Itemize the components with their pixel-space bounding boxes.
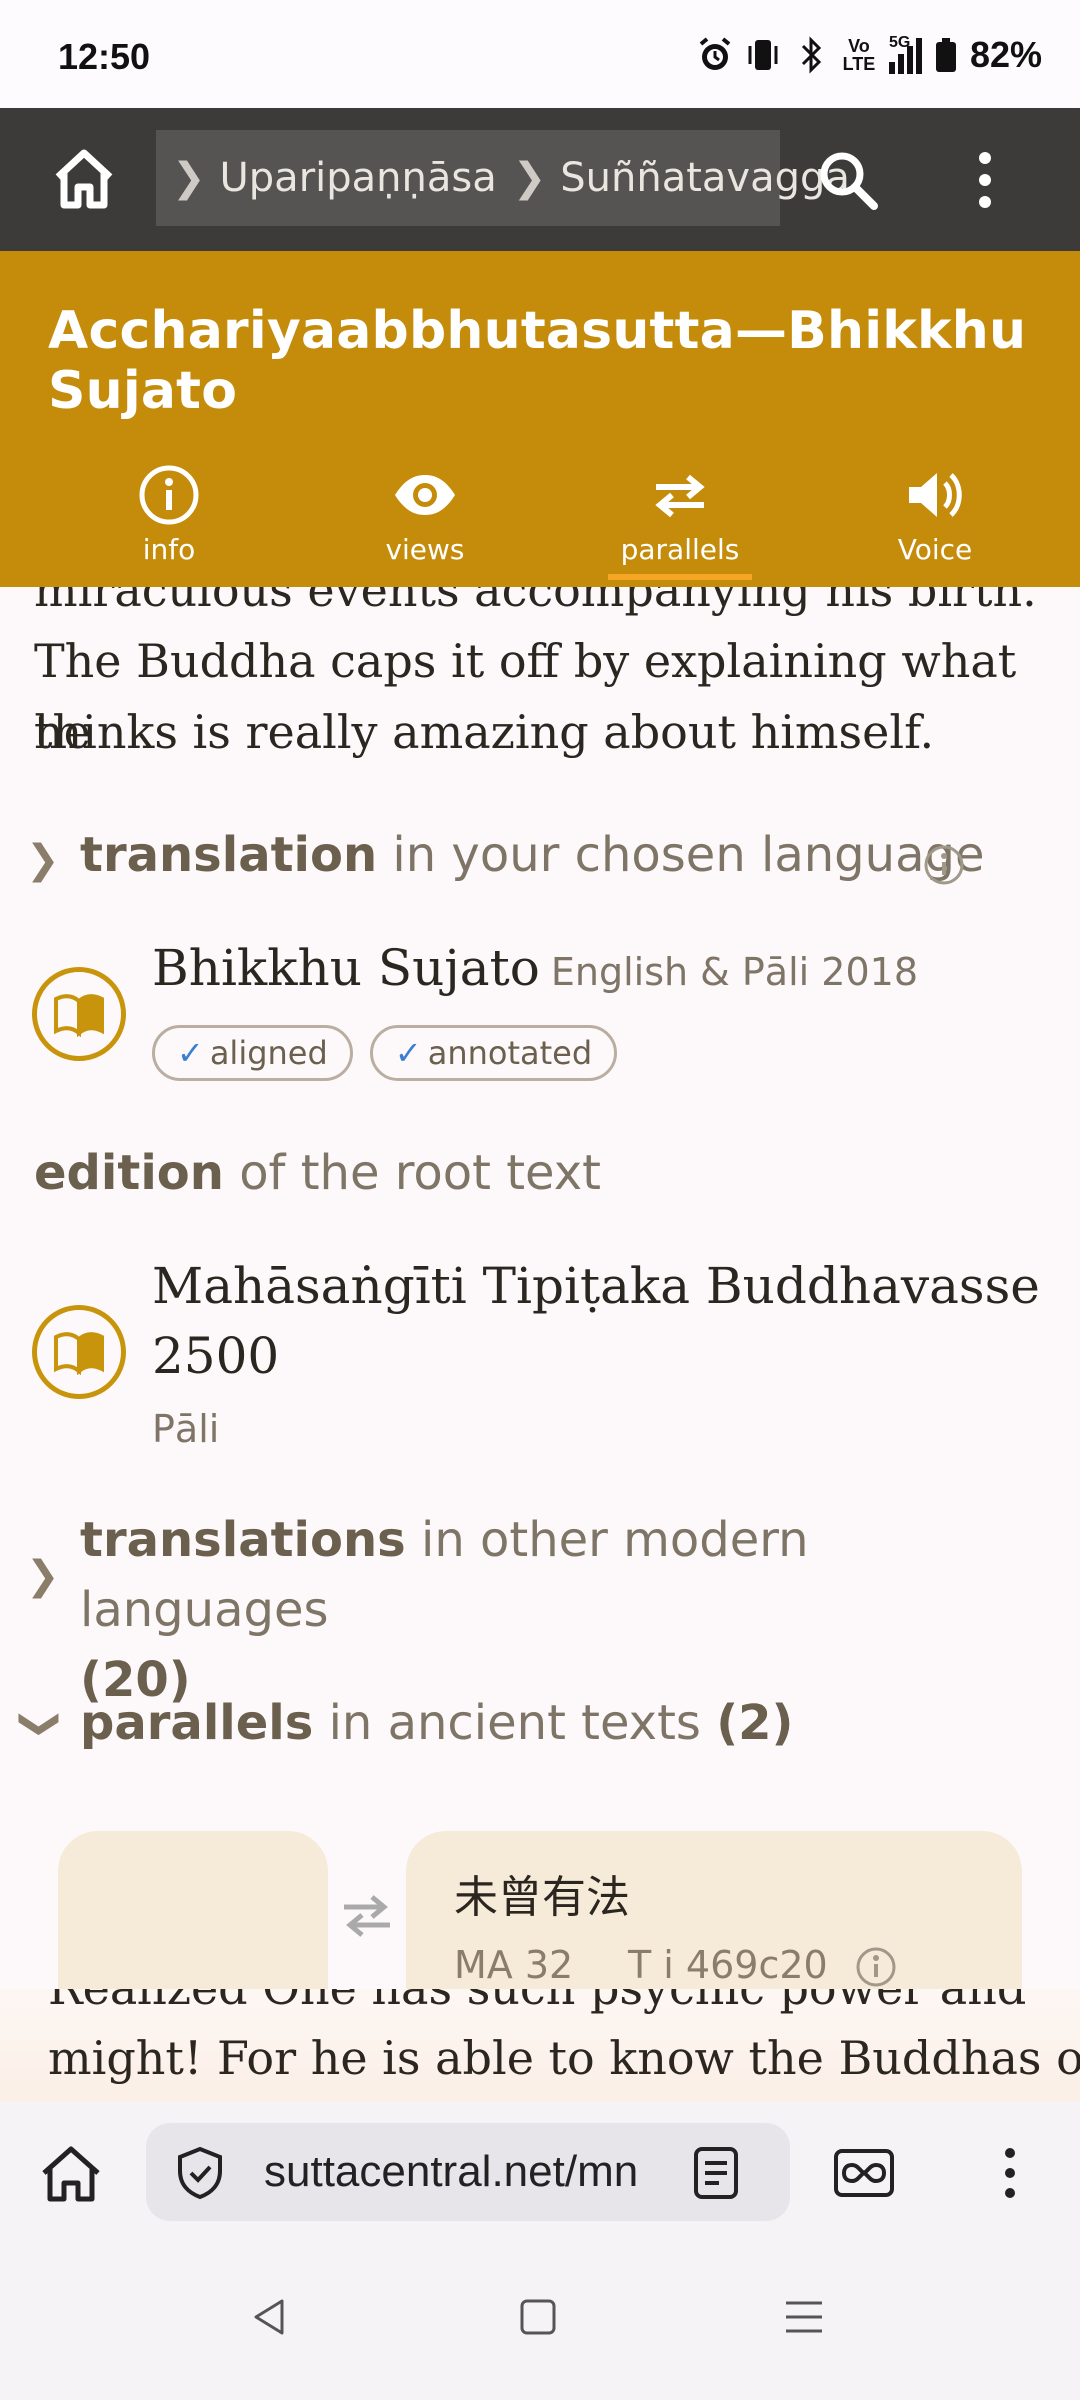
parallel-title: 未曾有法 [454,1872,630,1923]
parallels-count: (2) [716,1695,794,1751]
translator-meta: English & Pāli 2018 [550,950,918,994]
page-title: Acchariyaabbhutasutta—Bhikkhu Sujato [48,301,1027,421]
parallel-source-card[interactable] [58,1831,328,1989]
text-line: Realized One has such psychic power and [48,1989,1026,2023]
parallels-panel: miraculous events accompanying his birth… [0,587,1080,1989]
menu-lines-icon[interactable] [784,2297,824,2337]
edition-language: Pāli [152,1407,220,1451]
other-translations-heading[interactable]: translations in other modern languages (… [80,1505,1040,1715]
translator-name[interactable]: Bhikkhu Sujato [152,939,540,997]
tab-voice[interactable]: Voice [850,463,1020,566]
translation-entry[interactable]: Bhikkhu Sujato English & Pāli 2018 [152,939,918,997]
chevron-right-icon: ❯ [172,155,206,201]
edition-title[interactable]: Mahāsaṅgīti Tipiṭaka Buddhavasse 2500 [152,1251,1040,1391]
parallel-card[interactable]: 未曾有法 MA 32 T i 469c20 [406,1831,1022,1989]
summary-text: miraculous events accompanying his birth… [34,587,1037,617]
status-icons: Vo LTE 5G 82% [697,34,1042,76]
info-icon[interactable] [922,843,966,887]
tab-parallels[interactable]: parallels [595,463,765,566]
system-navigation-bar [0,2243,1080,2400]
tab-label: info [142,533,196,566]
browser-menu-icon[interactable] [990,2145,1030,2201]
text-line: might! For he is able to know the Buddha… [48,2031,1080,2085]
parallel-ref: MA 32 [454,1943,574,1987]
breadcrumb-item[interactable]: Suññatavagga [560,155,850,201]
tab-label: Voice [897,533,973,566]
eye-icon [395,475,455,515]
recents-square-icon[interactable] [518,2297,558,2337]
browser-toolbar: suttacentral.net/mn [0,2101,1080,2243]
parallels-heading[interactable]: parallels in ancient texts (2) [80,1695,793,1751]
battery-icon [935,38,956,72]
parallel-ref-2: T i 469c20 [628,1943,828,1987]
heading-bold: translation [80,827,378,883]
aligned-badge: ✓ aligned [152,1025,353,1081]
active-tab-indicator [608,574,752,580]
book-icon [32,1305,126,1399]
chevron-right-icon[interactable]: ❯ [26,1553,60,1599]
annotated-badge: ✓ annotated [369,1025,618,1081]
parallels-icon [344,1895,390,1937]
url-bar[interactable]: suttacentral.net/mn [146,2123,790,2221]
status-time: 12:50 [58,36,151,77]
parallels-icon [655,474,705,518]
translation-heading[interactable]: translation in your chosen language [80,827,984,883]
book-icon [32,967,126,1061]
heading-rest: in your chosen language [392,827,985,883]
url-text[interactable]: suttacentral.net/mn [264,2147,644,2197]
chevron-down-icon[interactable]: ❯ [18,1707,64,1741]
home-button[interactable] [44,139,124,219]
shield-icon[interactable] [172,2145,228,2201]
5g-signal-icon: 5G [888,34,922,74]
tab-views[interactable]: views [340,463,510,566]
sutta-text-peek: Realized One has such psychic power and … [0,1989,1080,2101]
title-bar: Acchariyaabbhutasutta—Bhikkhu Sujato inf… [0,251,1080,587]
edition-title-line: 2500 [152,1327,280,1385]
badge-row: ✓ aligned ✓ annotated [152,1025,629,1081]
info-icon[interactable] [854,1945,898,1989]
edition-title-line: Mahāsaṅgīti Tipiṭaka Buddhavasse [152,1257,1040,1315]
private-tabs-icon[interactable] [832,2145,896,2201]
alarm-icon [699,37,731,70]
heading-bold: translations [80,1512,406,1568]
volte-icon: Vo LTE [842,36,876,74]
more-menu-button[interactable] [960,148,1010,212]
summary-text: thinks is really amazing about himself. [34,705,935,759]
heading-bold: parallels [80,1695,314,1751]
reader-mode-icon[interactable] [690,2145,742,2201]
chevron-right-icon: ❯ [512,155,547,201]
more-vertical-icon [979,152,991,208]
top-navigation: ❯ Uparipaṇṇāsa ❯ Suññatavagga [0,108,1080,251]
search-icon [820,152,878,210]
search-button[interactable] [816,148,880,212]
heading-rest: of the root text [239,1145,601,1201]
vibrate-icon [748,40,778,70]
tab-info[interactable]: info [84,463,254,566]
back-icon[interactable] [248,2295,292,2339]
breadcrumb: ❯ Uparipaṇṇāsa ❯ Suññatavagga [156,130,850,226]
heading-bold: edition [34,1145,224,1201]
info-icon [139,465,199,525]
home-icon [55,149,113,209]
breadcrumb-item[interactable]: Uparipaṇṇāsa [220,155,497,201]
speaker-icon [909,473,962,517]
status-bar: 12:50 Vo LTE 5G 82% [0,0,1080,108]
bluetooth-icon [801,36,822,74]
edition-heading: edition of the root text [34,1145,601,1201]
tab-label: parallels [620,533,740,566]
browser-home-icon[interactable] [38,2143,104,2205]
chevron-right-icon[interactable]: ❯ [26,837,60,883]
battery-level: 82% [969,34,1042,75]
heading-rest: in ancient texts [328,1695,701,1751]
tab-label: views [385,533,465,566]
